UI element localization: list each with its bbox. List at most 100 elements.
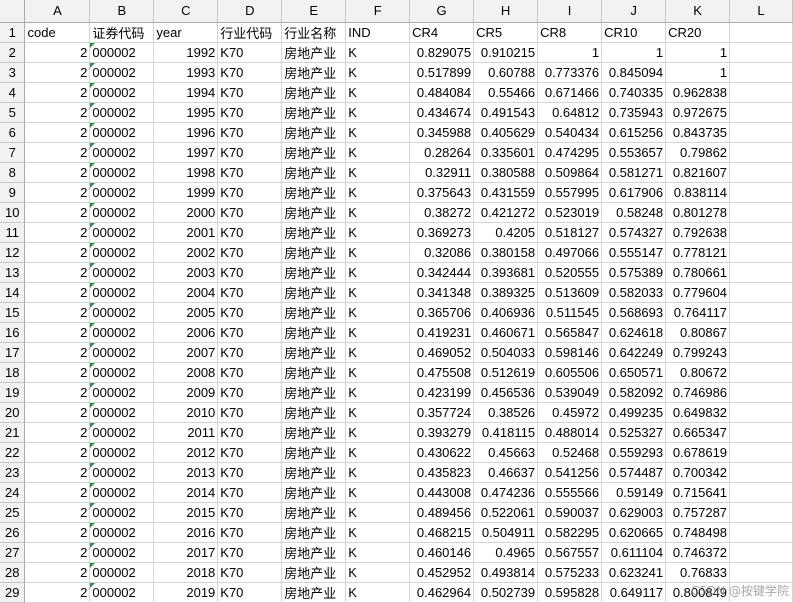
cell-i26[interactable]: 0.582295: [537, 522, 603, 543]
cell-d27[interactable]: K70: [217, 542, 283, 563]
cell-j11[interactable]: 0.574327: [601, 222, 667, 243]
cell-f17[interactable]: K: [345, 342, 411, 363]
cell-b7[interactable]: 000002: [89, 142, 155, 163]
cell-l17[interactable]: [729, 342, 793, 363]
cell-k17[interactable]: 0.799243: [665, 342, 731, 363]
cell-f11[interactable]: K: [345, 222, 411, 243]
column-header-b[interactable]: B: [89, 0, 155, 23]
cell-j12[interactable]: 0.555147: [601, 242, 667, 263]
cell-e22[interactable]: 房地产业: [281, 442, 347, 463]
row-header[interactable]: 11: [0, 222, 26, 243]
cell-l23[interactable]: [729, 462, 793, 483]
cell-g14[interactable]: 0.341348: [409, 282, 475, 303]
row-header[interactable]: 19: [0, 382, 26, 403]
cell-k26[interactable]: 0.748498: [665, 522, 731, 543]
cell-k3[interactable]: 1: [665, 62, 731, 83]
cell-c19[interactable]: 2009: [153, 382, 219, 403]
cell-b25[interactable]: 000002: [89, 502, 155, 523]
cell-e4[interactable]: 房地产业: [281, 82, 347, 103]
cell-g3[interactable]: 0.517899: [409, 62, 475, 83]
cell-h27[interactable]: 0.4965: [473, 542, 539, 563]
cell-i12[interactable]: 0.497066: [537, 242, 603, 263]
cell-a25[interactable]: 2: [24, 502, 91, 523]
cell-a11[interactable]: 2: [24, 222, 91, 243]
cell-f24[interactable]: K: [345, 482, 411, 503]
cell-c17[interactable]: 2007: [153, 342, 219, 363]
row-header[interactable]: 23: [0, 462, 26, 483]
cell-g26[interactable]: 0.468215: [409, 522, 475, 543]
cell-f25[interactable]: K: [345, 502, 411, 523]
cell-d23[interactable]: K70: [217, 462, 283, 483]
cell-d24[interactable]: K70: [217, 482, 283, 503]
cell-a13[interactable]: 2: [24, 262, 91, 283]
cell-h10[interactable]: 0.421272: [473, 202, 539, 223]
cell-j21[interactable]: 0.525327: [601, 422, 667, 443]
cell-e16[interactable]: 房地产业: [281, 322, 347, 343]
cell-g4[interactable]: 0.484084: [409, 82, 475, 103]
cell-i7[interactable]: 0.474295: [537, 142, 603, 163]
cell-g29[interactable]: 0.462964: [409, 582, 475, 603]
cell-b11[interactable]: 000002: [89, 222, 155, 243]
cell-i21[interactable]: 0.488014: [537, 422, 603, 443]
cell-i14[interactable]: 0.513609: [537, 282, 603, 303]
cell-e9[interactable]: 房地产业: [281, 182, 347, 203]
cell-l1[interactable]: [729, 22, 793, 43]
cell-b6[interactable]: 000002: [89, 122, 155, 143]
cell-e20[interactable]: 房地产业: [281, 402, 347, 423]
cell-g2[interactable]: 0.829075: [409, 42, 475, 63]
cell-d3[interactable]: K70: [217, 62, 283, 83]
cell-b24[interactable]: 000002: [89, 482, 155, 503]
cell-c23[interactable]: 2013: [153, 462, 219, 483]
cell-i4[interactable]: 0.671466: [537, 82, 603, 103]
cell-a5[interactable]: 2: [24, 102, 91, 123]
cell-h19[interactable]: 0.456536: [473, 382, 539, 403]
cell-c26[interactable]: 2016: [153, 522, 219, 543]
cell-h7[interactable]: 0.335601: [473, 142, 539, 163]
row-header[interactable]: 15: [0, 302, 26, 323]
cell-a18[interactable]: 2: [24, 362, 91, 383]
cell-i3[interactable]: 0.773376: [537, 62, 603, 83]
cell-b9[interactable]: 000002: [89, 182, 155, 203]
cell-g25[interactable]: 0.489456: [409, 502, 475, 523]
cell-b17[interactable]: 000002: [89, 342, 155, 363]
cell-h23[interactable]: 0.46637: [473, 462, 539, 483]
cell-k21[interactable]: 0.665347: [665, 422, 731, 443]
cell-l18[interactable]: [729, 362, 793, 383]
cell-i9[interactable]: 0.557995: [537, 182, 603, 203]
cell-j6[interactable]: 0.615256: [601, 122, 667, 143]
cell-i15[interactable]: 0.511545: [537, 302, 603, 323]
cell-g11[interactable]: 0.369273: [409, 222, 475, 243]
cell-f10[interactable]: K: [345, 202, 411, 223]
cell-a2[interactable]: 2: [24, 42, 91, 63]
cell-e1[interactable]: 行业名称: [281, 22, 347, 43]
cell-j18[interactable]: 0.650571: [601, 362, 667, 383]
cell-j26[interactable]: 0.620665: [601, 522, 667, 543]
cell-g24[interactable]: 0.443008: [409, 482, 475, 503]
cell-c8[interactable]: 1998: [153, 162, 219, 183]
cell-d8[interactable]: K70: [217, 162, 283, 183]
row-header[interactable]: 1: [0, 22, 26, 43]
row-header[interactable]: 29: [0, 582, 26, 603]
cell-d25[interactable]: K70: [217, 502, 283, 523]
cell-l2[interactable]: [729, 42, 793, 63]
cell-d19[interactable]: K70: [217, 382, 283, 403]
cell-a29[interactable]: 2: [24, 582, 91, 603]
cell-c18[interactable]: 2008: [153, 362, 219, 383]
cell-h25[interactable]: 0.522061: [473, 502, 539, 523]
cell-f13[interactable]: K: [345, 262, 411, 283]
cell-j13[interactable]: 0.575389: [601, 262, 667, 283]
cell-a23[interactable]: 2: [24, 462, 91, 483]
row-header[interactable]: 9: [0, 182, 26, 203]
cell-i29[interactable]: 0.595828: [537, 582, 603, 603]
cell-h21[interactable]: 0.418115: [473, 422, 539, 443]
cell-j16[interactable]: 0.624618: [601, 322, 667, 343]
cell-d10[interactable]: K70: [217, 202, 283, 223]
cell-c28[interactable]: 2018: [153, 562, 219, 583]
cell-j17[interactable]: 0.642249: [601, 342, 667, 363]
cell-a12[interactable]: 2: [24, 242, 91, 263]
cell-b8[interactable]: 000002: [89, 162, 155, 183]
cell-i20[interactable]: 0.45972: [537, 402, 603, 423]
cell-d7[interactable]: K70: [217, 142, 283, 163]
cell-c2[interactable]: 1992: [153, 42, 219, 63]
cell-g21[interactable]: 0.393279: [409, 422, 475, 443]
